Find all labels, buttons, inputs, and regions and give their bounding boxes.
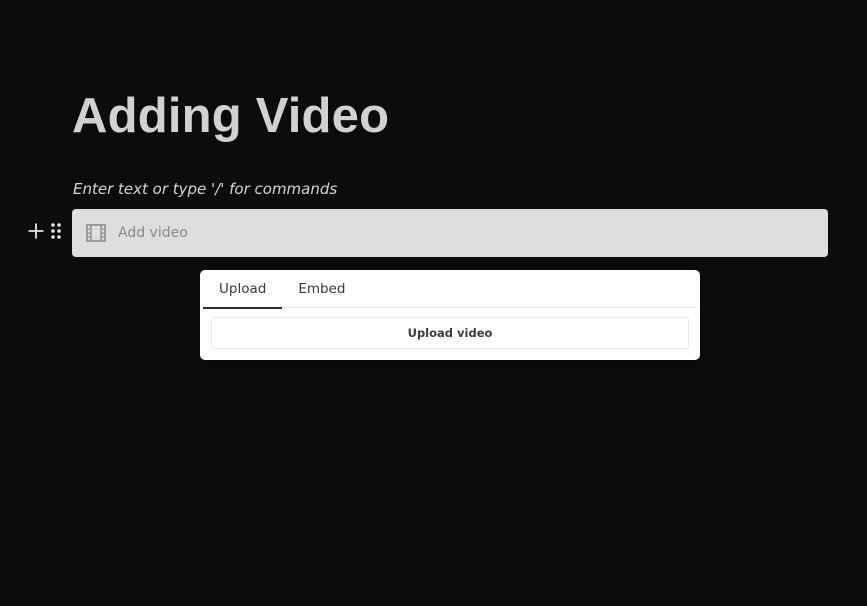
film-icon: [86, 223, 106, 243]
block-side-controls: [26, 222, 66, 244]
drag-handle-button[interactable]: [46, 222, 66, 244]
editor-page: Adding Video Enter text or type '/' for …: [0, 0, 867, 606]
plus-icon: [27, 222, 45, 245]
add-video-block[interactable]: Add video: [72, 209, 828, 257]
add-video-label: Add video: [118, 225, 188, 241]
empty-block-placeholder[interactable]: Enter text or type '/' for commands: [73, 180, 337, 198]
tab-embed[interactable]: Embed: [282, 270, 361, 308]
drag-handle-icon: [50, 222, 62, 245]
popover-tabs: Upload Embed: [203, 270, 697, 309]
add-block-button[interactable]: [26, 222, 46, 244]
upload-video-button[interactable]: Upload video: [211, 317, 689, 349]
video-source-popover: Upload Embed Upload video: [200, 270, 700, 360]
page-title[interactable]: Adding Video: [72, 88, 389, 144]
tab-upload[interactable]: Upload: [203, 270, 283, 309]
